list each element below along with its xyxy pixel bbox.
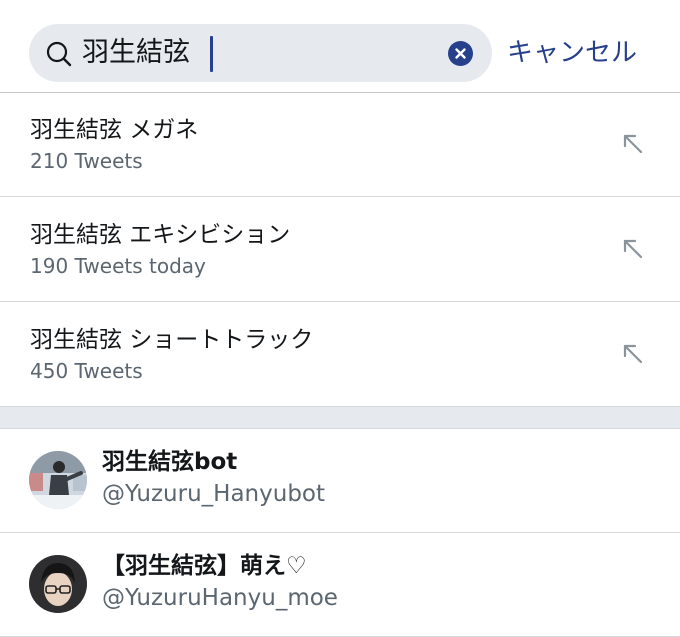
search-input[interactable]: 羽生結弦: [29, 24, 492, 82]
user-handle: @Yuzuru_Hanyubot: [102, 481, 326, 507]
search-suggestion[interactable]: 羽生結弦 ショートトラック 450 Tweets: [0, 303, 680, 407]
user-result[interactable]: 羽生結弦bot @Yuzuru_Hanyubot: [0, 429, 680, 533]
search-suggestion[interactable]: 羽生結弦 エキシビション 190 Tweets today: [0, 198, 680, 302]
search-suggestion[interactable]: 羽生結弦 メガネ 210 Tweets: [0, 93, 680, 197]
cancel-button[interactable]: キャンセル: [507, 34, 637, 72]
suggestion-title: 羽生結弦 ショートトラック: [30, 327, 314, 353]
skater-photo-icon: [29, 451, 87, 509]
search-query-text[interactable]: 羽生結弦: [82, 35, 190, 71]
suggestion-title: 羽生結弦 メガネ: [30, 117, 199, 143]
fill-query-arrow-icon[interactable]: [620, 131, 646, 157]
clear-search-button[interactable]: [448, 41, 473, 66]
user-display-name: 羽生結弦bot: [102, 449, 238, 475]
suggestion-tweet-count: 190 Tweets today: [30, 254, 206, 278]
suggestion-tweet-count: 210 Tweets: [30, 149, 143, 173]
avatar[interactable]: [29, 451, 87, 509]
suggestion-title: 羽生結弦 エキシビション: [30, 222, 291, 248]
user-display-name: 【羽生結弦】萌え♡: [102, 553, 307, 579]
user-result[interactable]: 【羽生結弦】萌え♡ @YuzuruHanyu_moe: [0, 533, 680, 637]
fill-query-arrow-icon[interactable]: [620, 236, 646, 262]
suggestion-tweet-count: 450 Tweets: [30, 359, 143, 383]
search-icon: [46, 41, 72, 67]
search-header: 羽生結弦 キャンセル: [0, 0, 680, 93]
text-caret: [210, 36, 213, 72]
fill-query-arrow-icon[interactable]: [620, 341, 646, 367]
portrait-glasses-icon: [29, 555, 87, 613]
section-divider: [0, 407, 680, 429]
user-handle: @YuzuruHanyu_moe: [102, 585, 338, 611]
avatar[interactable]: [29, 555, 87, 613]
clear-x-icon: [455, 48, 466, 59]
